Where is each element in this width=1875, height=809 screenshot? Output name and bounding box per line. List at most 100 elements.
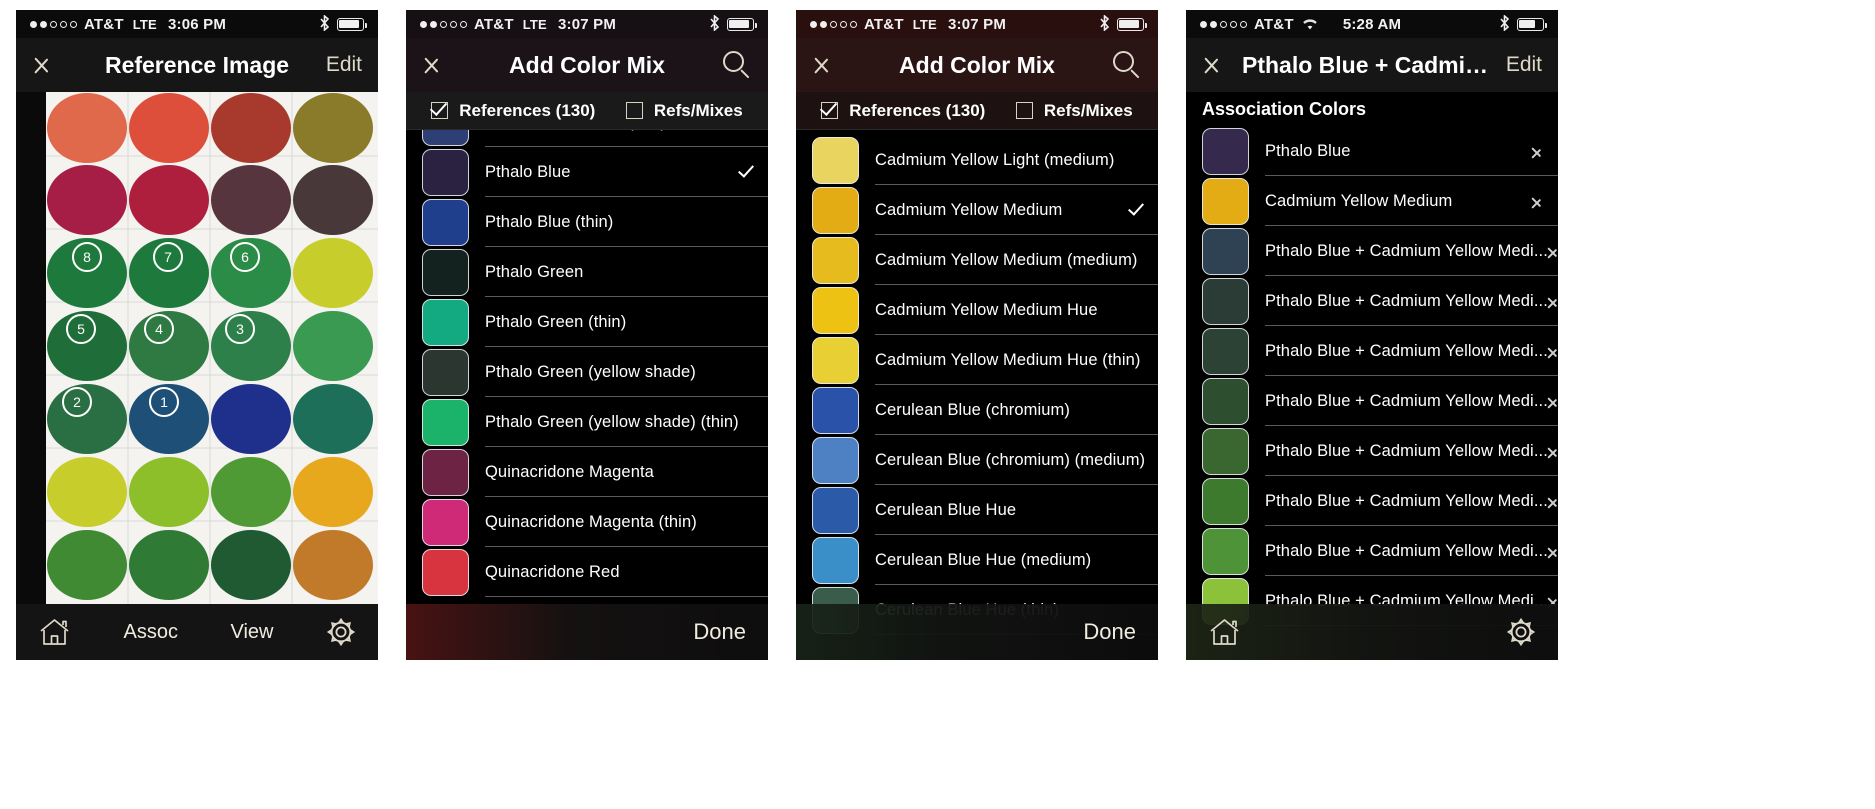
page-title: Reference Image bbox=[104, 51, 290, 78]
color-reference-list[interactable]: Cadmium Yellow Light (medium) Cadmium Ye… bbox=[796, 130, 1158, 660]
list-item[interactable]: Pthalo Green (yellow shade) (thin) bbox=[406, 397, 768, 447]
filter-refs-mixes[interactable]: Refs/Mixes bbox=[625, 100, 743, 121]
color-swatch bbox=[812, 486, 859, 534]
back-chevron-icon[interactable] bbox=[422, 48, 442, 82]
carrier-label: AT&T bbox=[474, 15, 514, 33]
carrier-label: AT&T bbox=[864, 15, 904, 33]
bottom-toolbar: Assoc View bbox=[16, 604, 378, 660]
list-item[interactable]: Pthalo Green (yellow shade) bbox=[406, 347, 768, 397]
swatch-number-8[interactable]: 8 bbox=[72, 242, 102, 272]
color-reference-list[interactable]: Prussian Blue Hue (thin) Pthalo Blue Pth… bbox=[406, 130, 768, 660]
screenshot-stage: AT&T LTE 3:06 PM Reference Image Edit 8 … bbox=[0, 0, 1875, 809]
wifi-icon bbox=[1301, 17, 1319, 31]
swatch-number-label: 1 bbox=[160, 394, 168, 410]
swatch-number-3[interactable]: 3 bbox=[225, 314, 255, 344]
list-item[interactable]: Cadmium Yellow Medium Hue (thin) bbox=[796, 335, 1158, 385]
assoc-button[interactable]: Assoc bbox=[124, 621, 178, 644]
list-item[interactable]: Cerulean Blue (chromium) (medium) bbox=[796, 435, 1158, 485]
list-item[interactable]: Pthalo Blue bbox=[1186, 126, 1558, 176]
color-swatch bbox=[812, 386, 859, 434]
swatch-number-5[interactable]: 5 bbox=[66, 314, 96, 344]
list-item[interactable]: Pthalo Blue + Cadmium Yellow Medi... bbox=[1186, 526, 1558, 576]
filter-references[interactable]: References (130) bbox=[821, 101, 985, 121]
panel-association-colors: AT&T 5:28 AM Pthalo Blue + Cadmium... Ed… bbox=[1186, 10, 1558, 660]
nav-bar: Add Color Mix bbox=[796, 38, 1158, 92]
list-item[interactable]: Cadmium Yellow Medium (medium) bbox=[796, 235, 1158, 285]
checkbox-checked-icon[interactable] bbox=[431, 102, 449, 119]
bluetooth-icon bbox=[1099, 13, 1110, 34]
reference-image-canvas[interactable]: 8 7 6 5 4 3 2 1 bbox=[16, 92, 378, 604]
done-button[interactable]: Done bbox=[693, 619, 746, 645]
status-left: AT&T LTE bbox=[810, 16, 937, 33]
association-colors-list[interactable]: Pthalo Blue Cadmium Yellow Medium Pthalo… bbox=[1186, 126, 1558, 660]
list-item[interactable]: Pthalo Blue bbox=[406, 147, 768, 197]
swatch-number-1[interactable]: 1 bbox=[149, 387, 179, 417]
swatch-number-4[interactable]: 4 bbox=[144, 314, 174, 344]
signal-dots-icon bbox=[1200, 20, 1247, 28]
list-item-label: Pthalo Blue + Cadmium Yellow Medi... bbox=[1265, 441, 1548, 460]
list-item[interactable]: Cadmium Yellow Medium bbox=[796, 185, 1158, 235]
page-title: Add Color Mix bbox=[899, 51, 1055, 78]
search-icon[interactable] bbox=[1112, 50, 1142, 80]
home-icon[interactable] bbox=[38, 618, 71, 646]
list-item-label: Pthalo Green (yellow shade) bbox=[485, 362, 696, 381]
gear-icon[interactable] bbox=[1506, 617, 1536, 647]
chevron-right-icon bbox=[1548, 445, 1558, 457]
list-item[interactable]: Cadmium Yellow Light (medium) bbox=[796, 135, 1158, 185]
checkbox-checked-icon[interactable] bbox=[821, 102, 839, 119]
color-swatch bbox=[422, 448, 469, 496]
list-item-label: Pthalo Green (yellow shade) (thin) bbox=[485, 412, 739, 431]
list-item[interactable]: Quinacridone Red bbox=[406, 547, 768, 597]
home-icon[interactable] bbox=[1208, 618, 1241, 646]
list-item[interactable]: Quinacridone Magenta (thin) bbox=[406, 497, 768, 547]
status-bar: AT&T LTE 3:06 PM bbox=[16, 10, 378, 38]
filter-label: Refs/Mixes bbox=[653, 100, 743, 120]
list-item[interactable]: Pthalo Blue + Cadmium Yellow Medi... bbox=[1186, 376, 1558, 426]
paint-swatch-photo bbox=[46, 92, 378, 604]
swatch-number-6[interactable]: 6 bbox=[230, 242, 260, 272]
list-item[interactable]: Quinacridone Magenta bbox=[406, 447, 768, 497]
list-item-label: Pthalo Blue bbox=[485, 162, 571, 181]
list-item-label: Quinacridone Magenta bbox=[485, 462, 654, 481]
gear-icon[interactable] bbox=[326, 617, 356, 647]
done-bar: Done bbox=[796, 604, 1158, 660]
list-item[interactable]: Pthalo Blue (thin) bbox=[406, 197, 768, 247]
search-icon[interactable] bbox=[722, 50, 752, 80]
swatch-number-label: 6 bbox=[241, 249, 249, 265]
back-chevron-icon[interactable] bbox=[812, 48, 832, 82]
checkbox-unchecked-icon[interactable] bbox=[1015, 102, 1033, 119]
list-item[interactable]: Pthalo Blue + Cadmium Yellow Medi... bbox=[1186, 276, 1558, 326]
view-button[interactable]: View bbox=[230, 621, 273, 644]
back-chevron-icon[interactable] bbox=[1202, 48, 1222, 82]
filter-references[interactable]: References (130) bbox=[431, 101, 595, 121]
filter-refs-mixes[interactable]: Refs/Mixes bbox=[1015, 101, 1133, 121]
list-item-label: Prussian Blue Hue (thin) bbox=[485, 130, 666, 132]
edit-button[interactable]: Edit bbox=[1506, 53, 1542, 77]
done-bar: Done bbox=[406, 604, 768, 660]
done-button[interactable]: Done bbox=[1083, 619, 1136, 645]
list-item[interactable]: Pthalo Green bbox=[406, 247, 768, 297]
swatch-number-2[interactable]: 2 bbox=[62, 387, 92, 417]
back-chevron-icon[interactable] bbox=[32, 48, 52, 82]
checkbox-unchecked-icon[interactable] bbox=[625, 102, 643, 119]
list-item[interactable]: Pthalo Green (thin) bbox=[406, 297, 768, 347]
list-item[interactable]: Prussian Blue Hue (thin) bbox=[406, 130, 768, 147]
list-item[interactable]: Pthalo Blue + Cadmium Yellow Medi... bbox=[1186, 476, 1558, 526]
list-item[interactable]: Pthalo Blue + Cadmium Yellow Medi... bbox=[1186, 426, 1558, 476]
list-item-label: Cadmium Yellow Light (medium) bbox=[875, 150, 1115, 169]
list-item[interactable]: Pthalo Blue + Cadmium Yellow Medi... bbox=[1186, 326, 1558, 376]
list-item[interactable]: Cadmium Yellow Medium Hue bbox=[796, 285, 1158, 335]
battery-icon bbox=[337, 17, 367, 31]
edit-button[interactable]: Edit bbox=[326, 53, 362, 77]
list-item[interactable]: Cerulean Blue (chromium) bbox=[796, 385, 1158, 435]
carrier-label: AT&T bbox=[84, 15, 124, 33]
list-item[interactable]: Cerulean Blue Hue (medium) bbox=[796, 535, 1158, 585]
panel-add-color-mix-yellow: AT&T LTE 3:07 PM Add Color Mix Reference… bbox=[796, 10, 1158, 660]
list-item-label: Pthalo Blue + Cadmium Yellow Medi... bbox=[1265, 291, 1548, 310]
list-item[interactable]: Pthalo Blue + Cadmium Yellow Medi... bbox=[1186, 226, 1558, 276]
list-item[interactable]: Cadmium Yellow Medium bbox=[1186, 176, 1558, 226]
color-swatch bbox=[422, 130, 469, 146]
list-item[interactable]: Cerulean Blue Hue bbox=[796, 485, 1158, 535]
status-bar: AT&T 5:28 AM bbox=[1186, 10, 1558, 38]
swatch-number-7[interactable]: 7 bbox=[153, 242, 183, 272]
